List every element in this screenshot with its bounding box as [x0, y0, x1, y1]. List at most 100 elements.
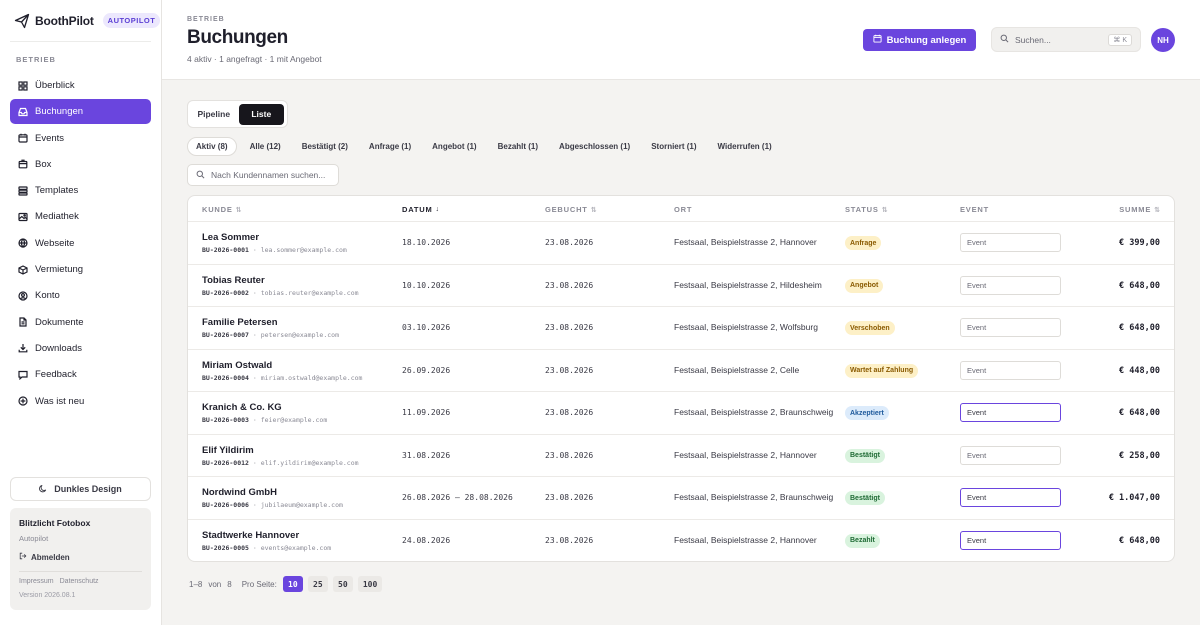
dark-mode-button[interactable]: Dunkles Design	[10, 477, 151, 501]
booking-sum: € 648,00	[1119, 280, 1160, 291]
sidebar-item-templates[interactable]: Templates	[10, 178, 151, 203]
sort-icon: ⇅	[590, 206, 597, 214]
pagination: 1–8 von 8 Pro Seite: 10 25 50 100	[189, 576, 383, 592]
sidebar-item-konto[interactable]: Konto	[10, 283, 151, 308]
customer-name[interactable]: Kranich & Co. KG	[202, 402, 282, 413]
customer-name[interactable]: Stadtwerke Hannover	[202, 530, 299, 541]
event-select[interactable]: Event	[960, 488, 1061, 507]
global-search[interactable]: Suchen... ⌘ K	[991, 27, 1141, 52]
status-badge: Anfrage	[845, 236, 882, 250]
sidebar-item-buchungen[interactable]: Buchungen	[10, 99, 151, 125]
customer-name[interactable]: Miriam Ostwald	[202, 360, 272, 371]
customer-email: lea.sommer@example.com	[260, 246, 347, 254]
booking-number: BU-2026-0006	[202, 501, 249, 509]
sidebar-item-label: Feedback	[35, 369, 77, 381]
table-row[interactable]: Stadtwerke Hannover BU-2026-0005 · events…	[188, 520, 1174, 562]
customer-search-input[interactable]: Nach Kundennamen suchen...	[187, 164, 339, 186]
filter-chip[interactable]: Aktiv (8)	[187, 137, 237, 156]
filter-chip[interactable]: Abgeschlossen (1)	[551, 137, 638, 156]
sidebar-item-events[interactable]: Events	[10, 126, 151, 151]
search-icon	[196, 170, 205, 181]
event-select[interactable]: Event	[960, 530, 1061, 550]
page-size-option[interactable]: 10	[282, 576, 303, 592]
table-row[interactable]: Elif Yildirim BU-2026-0012 · elif.yildiri…	[188, 435, 1174, 477]
view-pipeline-button[interactable]: Pipeline	[191, 104, 237, 125]
table-row[interactable]: Nordwind GmbH BU-2026-0006 · jubilaeum@ex…	[188, 477, 1174, 520]
grid-icon	[18, 80, 28, 91]
table-row[interactable]: Kranich & Co. KG BU-2026-0003 · feier@exa…	[188, 392, 1174, 435]
customer-name[interactable]: Tobias Reuter	[202, 275, 265, 286]
sidebar-item-label: Box	[35, 158, 52, 170]
column-label: STATUS	[845, 205, 879, 214]
per-page-label: Pro Seite:	[241, 579, 277, 589]
sidebar-item-überblick[interactable]: Überblick	[10, 73, 151, 98]
booking-meta: BU-2026-0006 · jubilaeum@example.com	[202, 501, 343, 509]
page-size-option[interactable]: 100	[357, 576, 383, 592]
meta-separator: ·	[248, 246, 261, 254]
status-badge: Bestätigt	[845, 491, 885, 505]
status-filters: Aktiv (8) Alle (12) Bestätigt (2) Anfrage (…	[187, 137, 785, 156]
table-row[interactable]: Lea Sommer BU-2026-0001 · lea.sommer@exam…	[188, 222, 1174, 265]
sidebar-item-downloads[interactable]: Downloads	[10, 336, 151, 361]
table-row[interactable]: Familie Petersen BU-2026-0007 · petersen@…	[188, 307, 1174, 350]
location: Festsaal, Beispielstrasse 2, Celle	[674, 364, 800, 375]
event-select[interactable]: Event	[960, 233, 1061, 252]
booked-date: 23.08.2026	[545, 280, 594, 290]
page-size-option[interactable]: 25	[307, 576, 328, 592]
sidebar-item-box[interactable]: Box	[10, 152, 151, 177]
moon-icon	[39, 484, 48, 495]
sidebar-item-webseite[interactable]: Webseite	[10, 231, 151, 256]
sidebar-item-vermietung[interactable]: Vermietung	[10, 257, 151, 282]
booking-sum: € 648,00	[1119, 323, 1160, 333]
filter-chip[interactable]: Bestätigt (2)	[294, 137, 356, 156]
status-badge: Verschoben	[845, 321, 895, 335]
column-gebucht[interactable]: GEBUCHT ⇅	[545, 205, 597, 214]
event-date: 24.08.2026	[402, 535, 451, 545]
page-size-option[interactable]: 50	[332, 576, 353, 592]
meta-separator: ·	[248, 416, 261, 424]
impressum-link[interactable]: Impressum	[19, 578, 54, 585]
table-row[interactable]: Miriam Ostwald BU-2026-0004 · miriam.ostw…	[188, 350, 1174, 392]
booked-date: 23.08.2026	[545, 408, 594, 417]
filter-chip[interactable]: Angebot (1)	[424, 137, 484, 156]
logout-button[interactable]: Abmelden	[19, 552, 142, 562]
event-select[interactable]: Event	[960, 275, 1061, 295]
status-badge: Angebot	[845, 278, 884, 293]
column-datum[interactable]: DATUM ↓	[402, 205, 439, 214]
column-status[interactable]: STATUS ⇅	[845, 205, 888, 214]
sidebar: BoothPilot AUTOPILOT BETRIEB Überblick Bu…	[0, 0, 162, 625]
event-select[interactable]: Event	[960, 360, 1061, 380]
app-version: Version 2026.08.1	[19, 592, 76, 599]
sidebar-item-mediathek[interactable]: Mediathek	[10, 204, 151, 229]
filter-chip[interactable]: Widerrufen (1)	[710, 137, 780, 156]
event-date: 26.08.2026 – 28.08.2026	[402, 493, 513, 502]
customer-email: miriam.ostwald@example.com	[260, 373, 363, 382]
column-summe[interactable]: SUMME ⇅	[1119, 205, 1160, 214]
event-select[interactable]: Event	[960, 318, 1061, 337]
booking-meta: BU-2026-0001 · lea.sommer@example.com	[202, 246, 347, 254]
table-row[interactable]: Tobias Reuter BU-2026-0002 · tobias.reute…	[188, 265, 1174, 307]
sidebar-item-feedback[interactable]: Feedback	[10, 362, 151, 387]
column-kunde[interactable]: KUNDE ⇅	[202, 205, 242, 214]
page-header: BETRIEB Buchungen 4 aktiv · 1 angefragt …	[162, 0, 1200, 80]
filter-chip[interactable]: Alle (12)	[242, 137, 289, 156]
customer-name[interactable]: Familie Petersen	[202, 317, 278, 328]
customer-name[interactable]: Elif Yildirim	[202, 445, 254, 456]
filter-chip[interactable]: Storniert (1)	[643, 137, 704, 156]
package-icon	[18, 264, 28, 275]
filter-chip[interactable]: Anfrage (1)	[361, 137, 419, 156]
filter-chip[interactable]: Bezahlt (1)	[490, 137, 546, 156]
datenschutz-link[interactable]: Datenschutz	[60, 578, 99, 585]
event-select[interactable]: Event	[960, 445, 1061, 465]
customer-name[interactable]: Nordwind GmbH	[202, 487, 277, 498]
avatar[interactable]: NH	[1151, 28, 1175, 52]
brand[interactable]: BoothPilot AUTOPILOT	[10, 0, 161, 42]
sidebar-item-was-ist-neu[interactable]: Was ist neu	[10, 389, 151, 414]
customer-email: jubilaeum@example.com	[260, 501, 343, 509]
new-booking-button[interactable]: Buchung anlegen	[863, 29, 976, 51]
customer-name[interactable]: Lea Sommer	[202, 232, 259, 243]
view-list-button[interactable]: Liste	[238, 103, 284, 125]
sidebar-item-dokumente[interactable]: Dokumente	[10, 310, 151, 335]
search-placeholder: Suchen...	[1015, 34, 1051, 45]
event-select[interactable]: Event	[960, 403, 1061, 422]
